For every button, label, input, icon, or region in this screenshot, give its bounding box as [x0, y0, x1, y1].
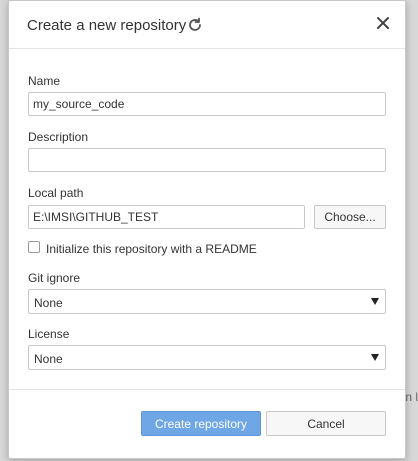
- local-path-input[interactable]: [28, 205, 305, 229]
- readme-checkbox-label: Initialize this repository with a README: [46, 242, 257, 256]
- readme-checkbox[interactable]: [28, 241, 40, 253]
- refresh-icon[interactable]: [187, 17, 203, 33]
- footer-divider: [9, 389, 405, 390]
- create-repository-dialog: Create a new repository Name Description…: [8, 0, 406, 459]
- dialog-header: Create a new repository: [9, 1, 405, 49]
- close-icon[interactable]: [375, 15, 391, 31]
- license-select[interactable]: None: [28, 345, 386, 370]
- dropdown-arrow-icon: [371, 298, 379, 305]
- license-label: License: [28, 327, 70, 341]
- description-label: Description: [28, 130, 89, 144]
- gitignore-label: Git ignore: [28, 271, 81, 285]
- cancel-button[interactable]: Cancel: [266, 411, 386, 436]
- dropdown-arrow-icon: [371, 354, 379, 361]
- create-repository-button[interactable]: Create repository: [141, 411, 261, 436]
- choose-button[interactable]: Choose...: [314, 205, 386, 229]
- name-input[interactable]: [28, 92, 386, 116]
- gitignore-selected-value: None: [34, 296, 63, 310]
- name-label: Name: [28, 74, 61, 88]
- license-selected-value: None: [34, 352, 63, 366]
- gitignore-select[interactable]: None: [28, 289, 386, 314]
- dialog-title: Create a new repository: [27, 17, 187, 34]
- description-input[interactable]: [28, 148, 386, 172]
- background-text-fragment: n l: [405, 390, 418, 404]
- local-path-label: Local path: [28, 186, 84, 200]
